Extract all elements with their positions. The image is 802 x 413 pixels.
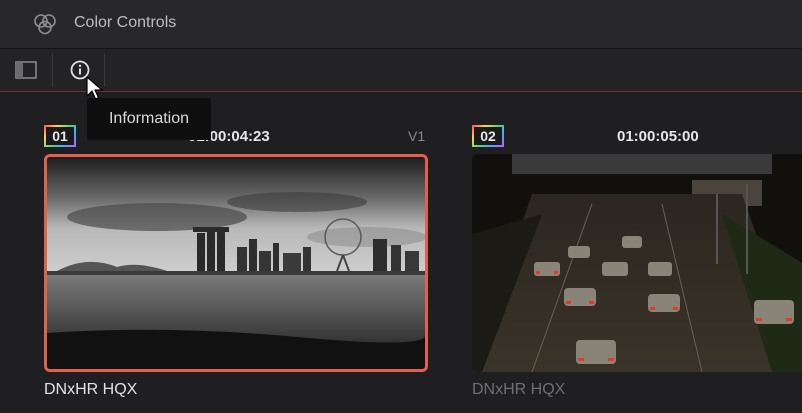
clip-header: 02 01:00:05:00	[472, 125, 802, 149]
clip-timecode: 01:00:05:00	[617, 128, 699, 145]
clip-number-badge: 02	[472, 125, 504, 147]
mouse-cursor-icon	[86, 76, 103, 100]
panel-title-bar: Color Controls	[0, 0, 802, 49]
clip-thumbnail[interactable]	[44, 154, 428, 372]
information-tooltip: Information	[87, 98, 211, 140]
toolbar	[0, 49, 802, 92]
clip-number-badge: 01	[44, 125, 76, 147]
clip-codec-label: DNxHR HQX	[472, 381, 566, 398]
highway-image	[472, 154, 802, 372]
clip-track: V1	[408, 128, 426, 144]
panel-title: Color Controls	[74, 14, 177, 31]
clip-thumbnail[interactable]	[472, 154, 802, 372]
sidebar-toggle-button[interactable]	[12, 49, 40, 91]
skyline-image	[47, 157, 425, 369]
toolbar-divider	[52, 53, 53, 87]
color-wheels-icon	[34, 14, 56, 35]
clip-codec-label: DNxHR HQX	[44, 381, 138, 398]
toolbar-divider	[104, 53, 105, 87]
sidebar-toggle-icon	[15, 61, 37, 79]
